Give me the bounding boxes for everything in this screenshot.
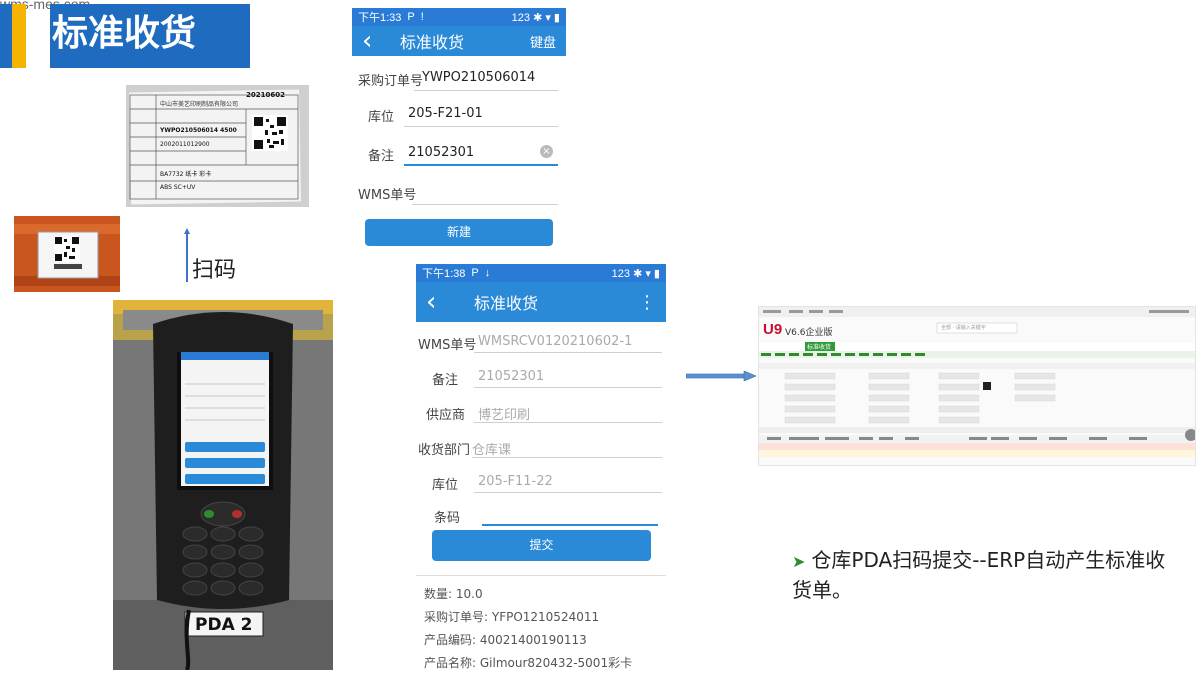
label-row-5: BA7732 纸卡 彩卡	[160, 171, 212, 178]
scan-caption: 扫码	[192, 258, 237, 283]
status-indicators: 123 ✱ ▾ ▮	[611, 267, 660, 280]
screen-title: 标准收货	[400, 33, 465, 52]
pda-screen-create: 下午1:33 P ! 123 ✱ ▾ ▮ ‹ 标准收货 键盘 采购订单号 YWP…	[352, 8, 566, 254]
remark-field[interactable]: 备注 21052301	[416, 369, 666, 399]
receiving-dept-value: 仓库课	[472, 443, 512, 458]
status-bar: 下午1:38 P ↓ 123 ✱ ▾ ▮	[416, 264, 666, 282]
wms-number-field[interactable]: WMS单号 WMSRCV0120210602-1	[416, 334, 666, 364]
label-row-1: 中山市美艺印刷制品有限公司	[160, 101, 239, 108]
field-underline	[474, 492, 662, 493]
remark-value: 21052301	[478, 369, 545, 384]
label-row-3: 2002011012900	[160, 141, 210, 148]
location-value: 205-F21-01	[408, 106, 483, 121]
divider	[416, 575, 666, 576]
download-icon: ↓	[484, 267, 491, 279]
remark-label: 备注	[368, 149, 395, 164]
erp-screenshot: U9 V6.6企业版 全部 · 请输入关键字 标准收货	[758, 306, 1196, 466]
location-label: 库位	[432, 478, 459, 493]
back-arrow-icon[interactable]: ‹	[362, 28, 392, 54]
receiving-dept-field[interactable]: 收货部门 仓库课	[416, 439, 666, 469]
notification-p-icon: P	[407, 11, 415, 23]
supplier-field[interactable]: 供应商 博艺印刷	[416, 404, 666, 434]
clear-input-icon[interactable]: ×	[540, 145, 553, 158]
label-row-2: YWPO210506014 4500	[160, 127, 237, 134]
submit-button[interactable]: 提交	[432, 530, 651, 561]
erp-version: V6.6企业版	[785, 328, 833, 338]
screen-title: 标准收货	[474, 294, 539, 313]
label-row-6: ABS SC+UV	[160, 184, 196, 191]
po-number-label: 采购订单号	[358, 74, 424, 89]
info-product-name: 产品名称: Gilmour820432-5001彩卡	[424, 656, 633, 670]
field-underline	[474, 387, 662, 388]
status-time: 下午1:33	[358, 12, 402, 24]
wms-number-label: WMS单号	[418, 338, 477, 353]
remark-field[interactable]: 备注 21052301 ×	[352, 145, 566, 175]
field-underline	[472, 457, 662, 458]
location-field[interactable]: 库位 205-F21-01	[352, 106, 566, 136]
status-indicators: 123 ✱ ▾ ▮	[511, 11, 560, 24]
status-time: 下午1:38	[422, 268, 466, 280]
field-underline-active	[482, 524, 658, 526]
field-underline-active	[404, 164, 558, 166]
pda-screen-submit: 下午1:38 P ↓ 123 ✱ ▾ ▮ ‹ 标准收货 ⋮ WMS单号 WMSR…	[416, 264, 666, 678]
field-underline	[414, 90, 558, 91]
field-underline	[412, 204, 558, 205]
remark-label: 备注	[432, 373, 459, 388]
po-number-field[interactable]: 采购订单号 YWPO210506014	[352, 70, 566, 100]
field-underline	[474, 422, 662, 423]
alert-icon: !	[420, 11, 424, 23]
location-value: 205-F11-22	[478, 474, 553, 489]
back-arrow-icon[interactable]: ‹	[426, 289, 456, 315]
status-bar: 下午1:33 P ! 123 ✱ ▾ ▮	[352, 8, 566, 26]
notification-p-icon: P	[471, 267, 479, 279]
keyboard-button[interactable]: 键盘	[530, 32, 556, 51]
location-field[interactable]: 库位 205-F11-22	[416, 474, 666, 504]
label-row-4: 20210602	[246, 91, 285, 99]
product-label-photo: 中山市美艺印刷制品有限公司 YWPO210506014 4500 2002011…	[126, 85, 309, 207]
info-po-number: 采购订单号: YFPO1210524011	[424, 610, 600, 624]
wms-number-value: WMSRCV0120210602-1	[478, 334, 633, 349]
location-label: 库位	[368, 110, 395, 125]
title-accent-yellow	[12, 4, 26, 68]
arrow-up-icon	[184, 228, 190, 282]
slide-title: 标准收货	[50, 4, 250, 68]
pda-device-photo: PDA 2	[113, 300, 333, 670]
barcode-label: 条码	[434, 511, 461, 526]
field-underline	[474, 352, 662, 353]
remark-value: 21052301	[408, 145, 475, 160]
wms-number-label: WMS单号	[358, 188, 417, 203]
receiving-dept-label: 收货部门	[418, 443, 471, 458]
supplier-value: 博艺印刷	[478, 408, 531, 423]
bullet-caption: ➤ 仓库PDA扫码提交--ERP自动产生标准收货单。	[792, 546, 1172, 604]
bullet-arrow-icon: ➤	[792, 552, 806, 571]
app-bar: ‹ 标准收货 键盘	[352, 26, 566, 56]
pda-number-label: PDA 2	[195, 615, 253, 635]
erp-search-input[interactable]: 全部 · 请输入关键字	[941, 324, 986, 331]
erp-logo: U9	[763, 321, 783, 338]
field-underline	[404, 126, 558, 127]
supplier-label: 供应商	[426, 408, 466, 423]
info-quantity: 数量: 10.0	[424, 587, 483, 601]
po-number-value: YWPO210506014	[422, 70, 536, 85]
more-menu-icon[interactable]: ⋮	[638, 292, 656, 313]
create-button[interactable]: 新建	[365, 219, 553, 246]
erp-tab-receipt[interactable]: 标准收货	[807, 342, 831, 351]
info-product-code: 产品编码: 40021400190113	[424, 633, 587, 647]
bullet-text: 仓库PDA扫码提交--ERP自动产生标准收货单。	[792, 548, 1166, 602]
arrow-right-icon	[686, 371, 756, 381]
app-bar: ‹ 标准收货 ⋮	[416, 282, 666, 322]
title-accent-blue	[0, 4, 12, 68]
shelf-tag-photo	[14, 216, 120, 292]
wms-number-field[interactable]: WMS单号	[352, 184, 566, 214]
